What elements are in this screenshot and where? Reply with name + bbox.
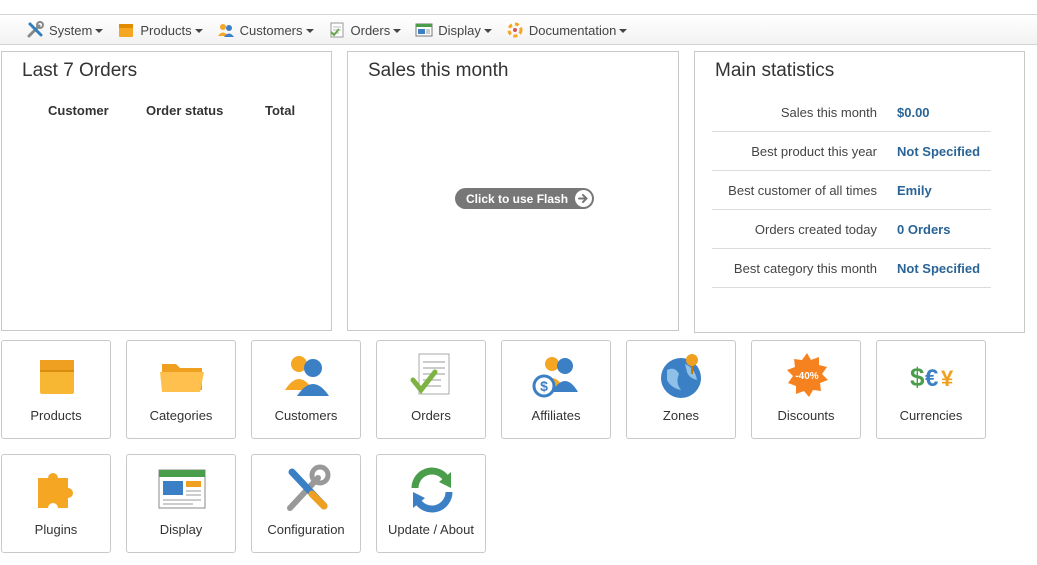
document-icon xyxy=(328,21,346,39)
chevron-down-icon xyxy=(393,29,402,33)
tile-zones[interactable]: Zones xyxy=(626,340,736,439)
discount-badge-icon: -40% xyxy=(782,350,832,400)
tile-zones-label: Zones xyxy=(662,408,700,423)
stat-label: Best category this month xyxy=(733,260,877,276)
nav-customers-label: Customers xyxy=(239,22,303,38)
sales-month-title: Sales this month xyxy=(368,60,509,81)
nav-products[interactable]: Products xyxy=(117,15,203,45)
stat-label: Best product this year xyxy=(751,143,877,159)
column-header-total: Total xyxy=(265,103,296,118)
chevron-down-icon xyxy=(95,29,104,33)
tile-customers[interactable]: Customers xyxy=(251,340,361,439)
tile-currencies-label: Currencies xyxy=(899,408,963,423)
nav-system[interactable]: System xyxy=(26,15,104,45)
nav-menu: System Products Customers Orders Display… xyxy=(26,15,641,45)
tile-discounts[interactable]: -40% Discounts xyxy=(751,340,861,439)
tile-orders-label: Orders xyxy=(411,408,451,423)
document-check-icon xyxy=(407,350,457,400)
nav-products-label: Products xyxy=(140,22,192,38)
enable-flash-label: Click to use Flash xyxy=(466,191,569,206)
stat-row: Orders created today 0 Orders xyxy=(712,210,991,249)
stat-row: Best product this year Not Specified xyxy=(712,132,991,171)
tools-icon xyxy=(26,21,44,39)
tile-display[interactable]: Display xyxy=(126,454,236,553)
refresh-icon xyxy=(407,464,457,514)
folder-icon xyxy=(157,350,207,400)
chevron-down-icon xyxy=(194,29,203,33)
tile-products-label: Products xyxy=(30,408,82,423)
enable-flash-button[interactable]: Click to use Flash xyxy=(455,188,594,209)
sales-month-panel: Sales this month Click to use Flash xyxy=(347,51,679,331)
tile-categories[interactable]: Categories xyxy=(126,340,236,439)
nav-orders-label: Orders xyxy=(350,22,391,38)
stat-label: Sales this month xyxy=(780,104,877,120)
affiliate-icon: $ xyxy=(532,350,582,400)
svg-text:€: € xyxy=(925,365,938,392)
tile-plugins[interactable]: Plugins xyxy=(1,454,111,553)
nav-documentation[interactable]: Documentation xyxy=(506,15,628,45)
window-icon xyxy=(415,21,433,39)
tile-update-about-label: Update / About xyxy=(387,522,474,537)
svg-text:¥: ¥ xyxy=(941,366,954,391)
svg-text:$: $ xyxy=(540,378,548,394)
chevron-down-icon xyxy=(305,29,314,33)
discount-badge-text: -40% xyxy=(795,371,818,382)
nav-customers[interactable]: Customers xyxy=(217,15,314,45)
stat-value: Not Specified xyxy=(897,143,981,159)
last-orders-title: Last 7 Orders xyxy=(22,60,138,81)
tile-configuration-label: Configuration xyxy=(267,522,345,537)
stat-row: Sales this month $0.00 xyxy=(712,93,991,132)
lifebuoy-icon xyxy=(506,21,524,39)
users-icon xyxy=(217,21,235,39)
globe-icon xyxy=(657,350,707,400)
stat-value: Emily xyxy=(897,182,932,198)
chevron-down-icon xyxy=(619,29,628,33)
tile-plugins-label: Plugins xyxy=(34,522,78,537)
tile-orders[interactable]: Orders xyxy=(376,340,486,439)
stat-value: Not Specified xyxy=(897,260,981,276)
chevron-down-icon xyxy=(483,29,492,33)
stat-row: Best customer of all times Emily xyxy=(712,171,991,210)
svg-text:$: $ xyxy=(910,362,925,392)
currency-icon: $ € ¥ xyxy=(907,350,957,400)
stat-value: 0 Orders xyxy=(897,221,951,237)
nav-documentation-label: Documentation xyxy=(528,22,617,38)
tile-display-label: Display xyxy=(159,522,203,537)
box-icon xyxy=(117,21,135,39)
main-statistics-title: Main statistics xyxy=(715,60,835,81)
window-icon xyxy=(157,464,207,514)
last-orders-panel: Last 7 Orders Customer Order status Tota… xyxy=(1,51,332,331)
main-statistics-panel: Main statistics Sales this month $0.00 B… xyxy=(694,51,1025,333)
tile-currencies[interactable]: $ € ¥ Currencies xyxy=(876,340,986,439)
users-icon xyxy=(282,350,332,400)
puzzle-icon xyxy=(32,464,82,514)
nav-display[interactable]: Display xyxy=(415,15,492,45)
nav-display-label: Display xyxy=(438,22,481,38)
arrow-right-icon xyxy=(575,190,592,207)
top-navbar: System Products Customers Orders Display… xyxy=(0,14,1037,45)
nav-orders[interactable]: Orders xyxy=(328,15,402,45)
stat-label: Orders created today xyxy=(754,221,877,237)
tile-update-about[interactable]: Update / About xyxy=(376,454,486,553)
tile-affiliates-label: Affiliates xyxy=(531,408,581,423)
tools-icon xyxy=(282,464,332,514)
nav-system-label: System xyxy=(49,22,93,38)
column-header-order-status: Order status xyxy=(146,103,224,118)
tile-categories-label: Categories xyxy=(149,408,213,423)
tile-customers-label: Customers xyxy=(274,408,338,423)
tile-products[interactable]: Products xyxy=(1,340,111,439)
statistics-table: Sales this month $0.00 Best product this… xyxy=(712,93,991,288)
stat-label: Best customer of all times xyxy=(728,182,877,198)
tile-affiliates[interactable]: $ Affiliates xyxy=(501,340,611,439)
tile-discounts-label: Discounts xyxy=(777,408,835,423)
column-header-customer: Customer xyxy=(48,103,109,118)
stat-row: Best category this month Not Specified xyxy=(712,249,991,288)
stat-value: $0.00 xyxy=(897,104,930,120)
box-icon xyxy=(32,350,82,400)
tile-configuration[interactable]: Configuration xyxy=(251,454,361,553)
